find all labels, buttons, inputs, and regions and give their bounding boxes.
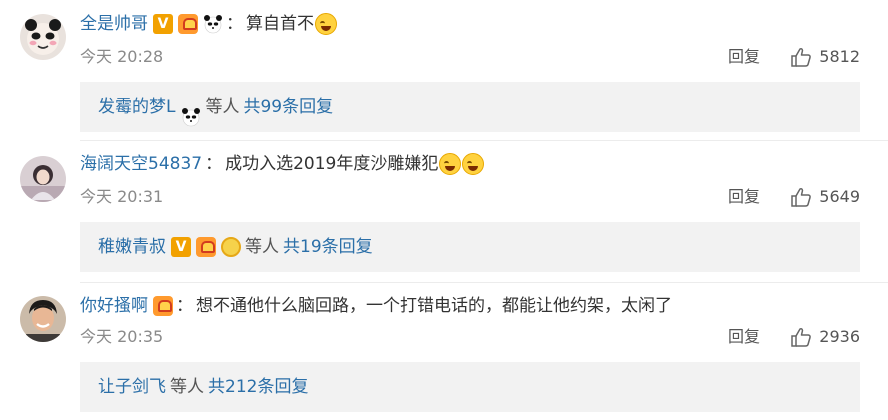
comment-body: 全是帅哥 V ： 算自首不 <box>80 12 337 36</box>
comment-body: 你好搔啊 ： 想不通他什么脑回路，一个打错电话的，都能让他约架，太闲了 <box>80 294 672 318</box>
reply-others-label: 等人 <box>245 237 279 257</box>
reply-others-label: 等人 <box>205 97 240 117</box>
thumbs-up-icon <box>791 187 812 207</box>
like-button[interactable]: 5812 <box>790 46 860 68</box>
panda-icon <box>181 97 201 127</box>
comment-time: 今天 20:35 <box>80 327 164 346</box>
laugh-cry-emoji-icon <box>315 13 337 35</box>
comment-username[interactable]: 海阔天空54837 <box>80 152 202 176</box>
comment-body: 海阔天空54837 ： 成功入选2019年度沙雕嫌犯 <box>80 152 485 176</box>
reply-count-link[interactable]: 共99条回复 <box>243 82 333 132</box>
reply-summary[interactable]: 发霉的梦L 等人 共99条回复 <box>80 82 860 132</box>
like-button[interactable]: 5649 <box>790 186 860 208</box>
reply-username[interactable]: 发霉的梦L <box>98 82 175 132</box>
verified-icon: V <box>171 237 191 257</box>
comment-text: 成功入选2019年度沙雕嫌犯 <box>225 154 439 174</box>
fan-badge-icon <box>196 237 216 257</box>
fan-badge-icon <box>153 296 173 316</box>
comment-text: 算自首不 <box>246 14 314 34</box>
like-count: 2936 <box>819 327 860 346</box>
reply-username[interactable]: 让子剑飞 <box>98 362 166 412</box>
like-count: 5649 <box>819 187 860 206</box>
reply-count-link[interactable]: 共19条回复 <box>283 222 373 272</box>
avatar[interactable] <box>20 14 66 60</box>
thumbs-up-icon <box>791 327 812 347</box>
reply-summary[interactable]: 让子剑飞 等人 共212条回复 <box>80 362 860 412</box>
reply-others-label: 等人 <box>170 377 204 397</box>
comment-text: 想不通他什么脑回路，一个打错电话的，都能让他约架，太闲了 <box>196 296 672 316</box>
like-count: 5812 <box>819 47 860 66</box>
reply-button[interactable]: 回复 <box>728 186 760 208</box>
reply-button[interactable]: 回复 <box>728 326 760 348</box>
medal-icon <box>221 237 241 257</box>
fan-badge-icon <box>178 14 198 34</box>
reply-button[interactable]: 回复 <box>728 46 760 68</box>
separator: ： <box>226 14 243 34</box>
like-button[interactable]: 2936 <box>790 326 860 348</box>
verified-icon: V <box>153 14 173 34</box>
reply-summary[interactable]: 稚嫩青叔 V 等人 共19条回复 <box>80 222 860 272</box>
thumbs-up-icon <box>791 47 812 67</box>
divider <box>80 282 888 283</box>
comment-time: 今天 20:31 <box>80 187 164 206</box>
separator: ： <box>205 154 223 174</box>
separator: ： <box>176 296 193 316</box>
reply-username[interactable]: 稚嫩青叔 <box>98 222 166 272</box>
panda-icon <box>203 14 223 34</box>
man-avatar-icon <box>20 296 66 342</box>
comment-username[interactable]: 你好搔啊 <box>80 294 148 318</box>
comment-username[interactable]: 全是帅哥 <box>80 12 148 36</box>
avatar[interactable] <box>20 296 66 342</box>
panda-avatar-icon <box>20 14 66 60</box>
comment-time: 今天 20:28 <box>80 47 164 66</box>
laugh-cry-emoji-icon <box>439 153 462 175</box>
reply-count-link[interactable]: 共212条回复 <box>208 362 308 412</box>
girl-avatar-icon <box>20 156 66 202</box>
divider <box>80 140 888 141</box>
avatar[interactable] <box>20 156 66 202</box>
laugh-cry-emoji-icon <box>462 153 485 175</box>
